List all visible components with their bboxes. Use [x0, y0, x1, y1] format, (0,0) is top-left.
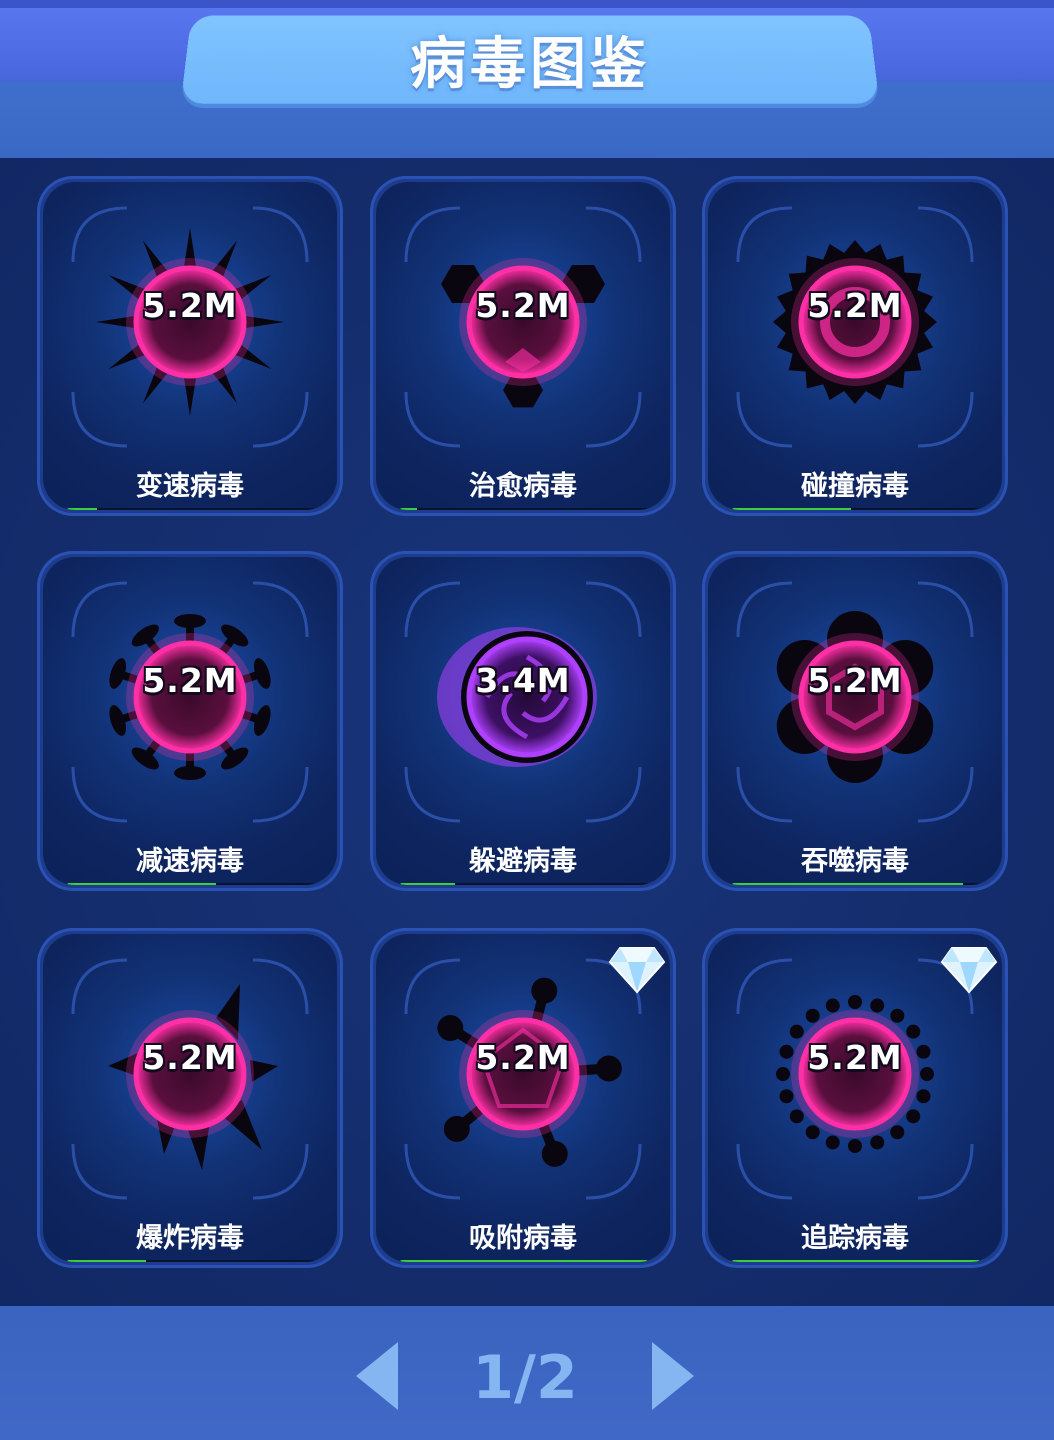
virus-name: 追踪病毒	[801, 1223, 909, 1254]
progress-fill	[67, 508, 97, 510]
page-indicator: 1/2	[472, 1343, 578, 1413]
virus-card[interactable]: 5.2M 追踪病毒	[702, 928, 1008, 1268]
diamond-icon	[608, 944, 666, 994]
progress-bar	[732, 1260, 980, 1262]
card-background: 5.2M 变速病毒	[43, 182, 337, 510]
progress-bar	[67, 508, 315, 510]
virus-card[interactable]: 5.2M 治愈病毒	[370, 176, 676, 516]
progress-bar	[400, 883, 648, 885]
card-background: 5.2M 碰撞病毒	[708, 182, 1002, 510]
progress-fill	[400, 883, 455, 885]
virus-value: 5.2M	[142, 1038, 238, 1077]
progress-fill	[400, 508, 418, 510]
virus-card[interactable]: 5.2M 减速病毒	[37, 551, 343, 891]
virus-card[interactable]: 5.2M 变速病毒	[37, 176, 343, 516]
virus-name: 变速病毒	[136, 471, 244, 502]
card-background: 5.2M 吞噬病毒	[708, 557, 1002, 885]
progress-bar	[400, 508, 648, 510]
virus-name: 碰撞病毒	[801, 471, 909, 502]
virus-card[interactable]: 5.2M 爆炸病毒	[37, 928, 343, 1268]
virus-value: 5.2M	[142, 286, 238, 325]
progress-bar	[67, 1260, 315, 1262]
triangle-right-icon[interactable]	[648, 1340, 698, 1412]
card-background: 5.2M 减速病毒	[43, 557, 337, 885]
progress-bar	[400, 1260, 648, 1262]
diamond-icon	[940, 944, 998, 994]
virus-value: 5.2M	[807, 286, 903, 325]
virus-name: 减速病毒	[136, 846, 244, 877]
virus-value: 3.4M	[475, 661, 571, 700]
card-background: 5.2M 吸附病毒	[376, 934, 670, 1262]
progress-bar	[67, 883, 315, 885]
card-background: 5.2M 追踪病毒	[708, 934, 1002, 1262]
virus-name: 治愈病毒	[469, 471, 577, 502]
triangle-left-icon[interactable]	[352, 1340, 402, 1412]
virus-name: 躲避病毒	[469, 846, 577, 877]
progress-fill	[732, 883, 963, 885]
virus-card[interactable]: 5.2M 碰撞病毒	[702, 176, 1008, 516]
virus-card[interactable]: 3.4M 躲避病毒	[370, 551, 676, 891]
virus-value: 5.2M	[807, 661, 903, 700]
virus-value: 5.2M	[142, 661, 238, 700]
virus-value: 5.2M	[807, 1038, 903, 1077]
virus-card[interactable]: 5.2M 吸附病毒	[370, 928, 676, 1268]
progress-fill	[732, 1260, 980, 1262]
card-background: 5.2M 治愈病毒	[376, 182, 670, 510]
progress-fill	[67, 1260, 147, 1262]
virus-name: 爆炸病毒	[136, 1223, 244, 1254]
virus-name: 吞噬病毒	[801, 846, 909, 877]
progress-bar	[732, 883, 980, 885]
progress-fill	[67, 883, 216, 885]
card-background: 3.4M 躲避病毒	[376, 557, 670, 885]
progress-fill	[400, 1260, 648, 1262]
card-background: 5.2M 爆炸病毒	[43, 934, 337, 1262]
virus-name: 吸附病毒	[469, 1223, 577, 1254]
progress-fill	[732, 508, 852, 510]
virus-value: 5.2M	[475, 286, 571, 325]
virus-value: 5.2M	[475, 1038, 571, 1077]
page-title: 病毒图鉴	[410, 31, 650, 97]
progress-bar	[732, 508, 980, 510]
virus-card[interactable]: 5.2M 吞噬病毒	[702, 551, 1008, 891]
